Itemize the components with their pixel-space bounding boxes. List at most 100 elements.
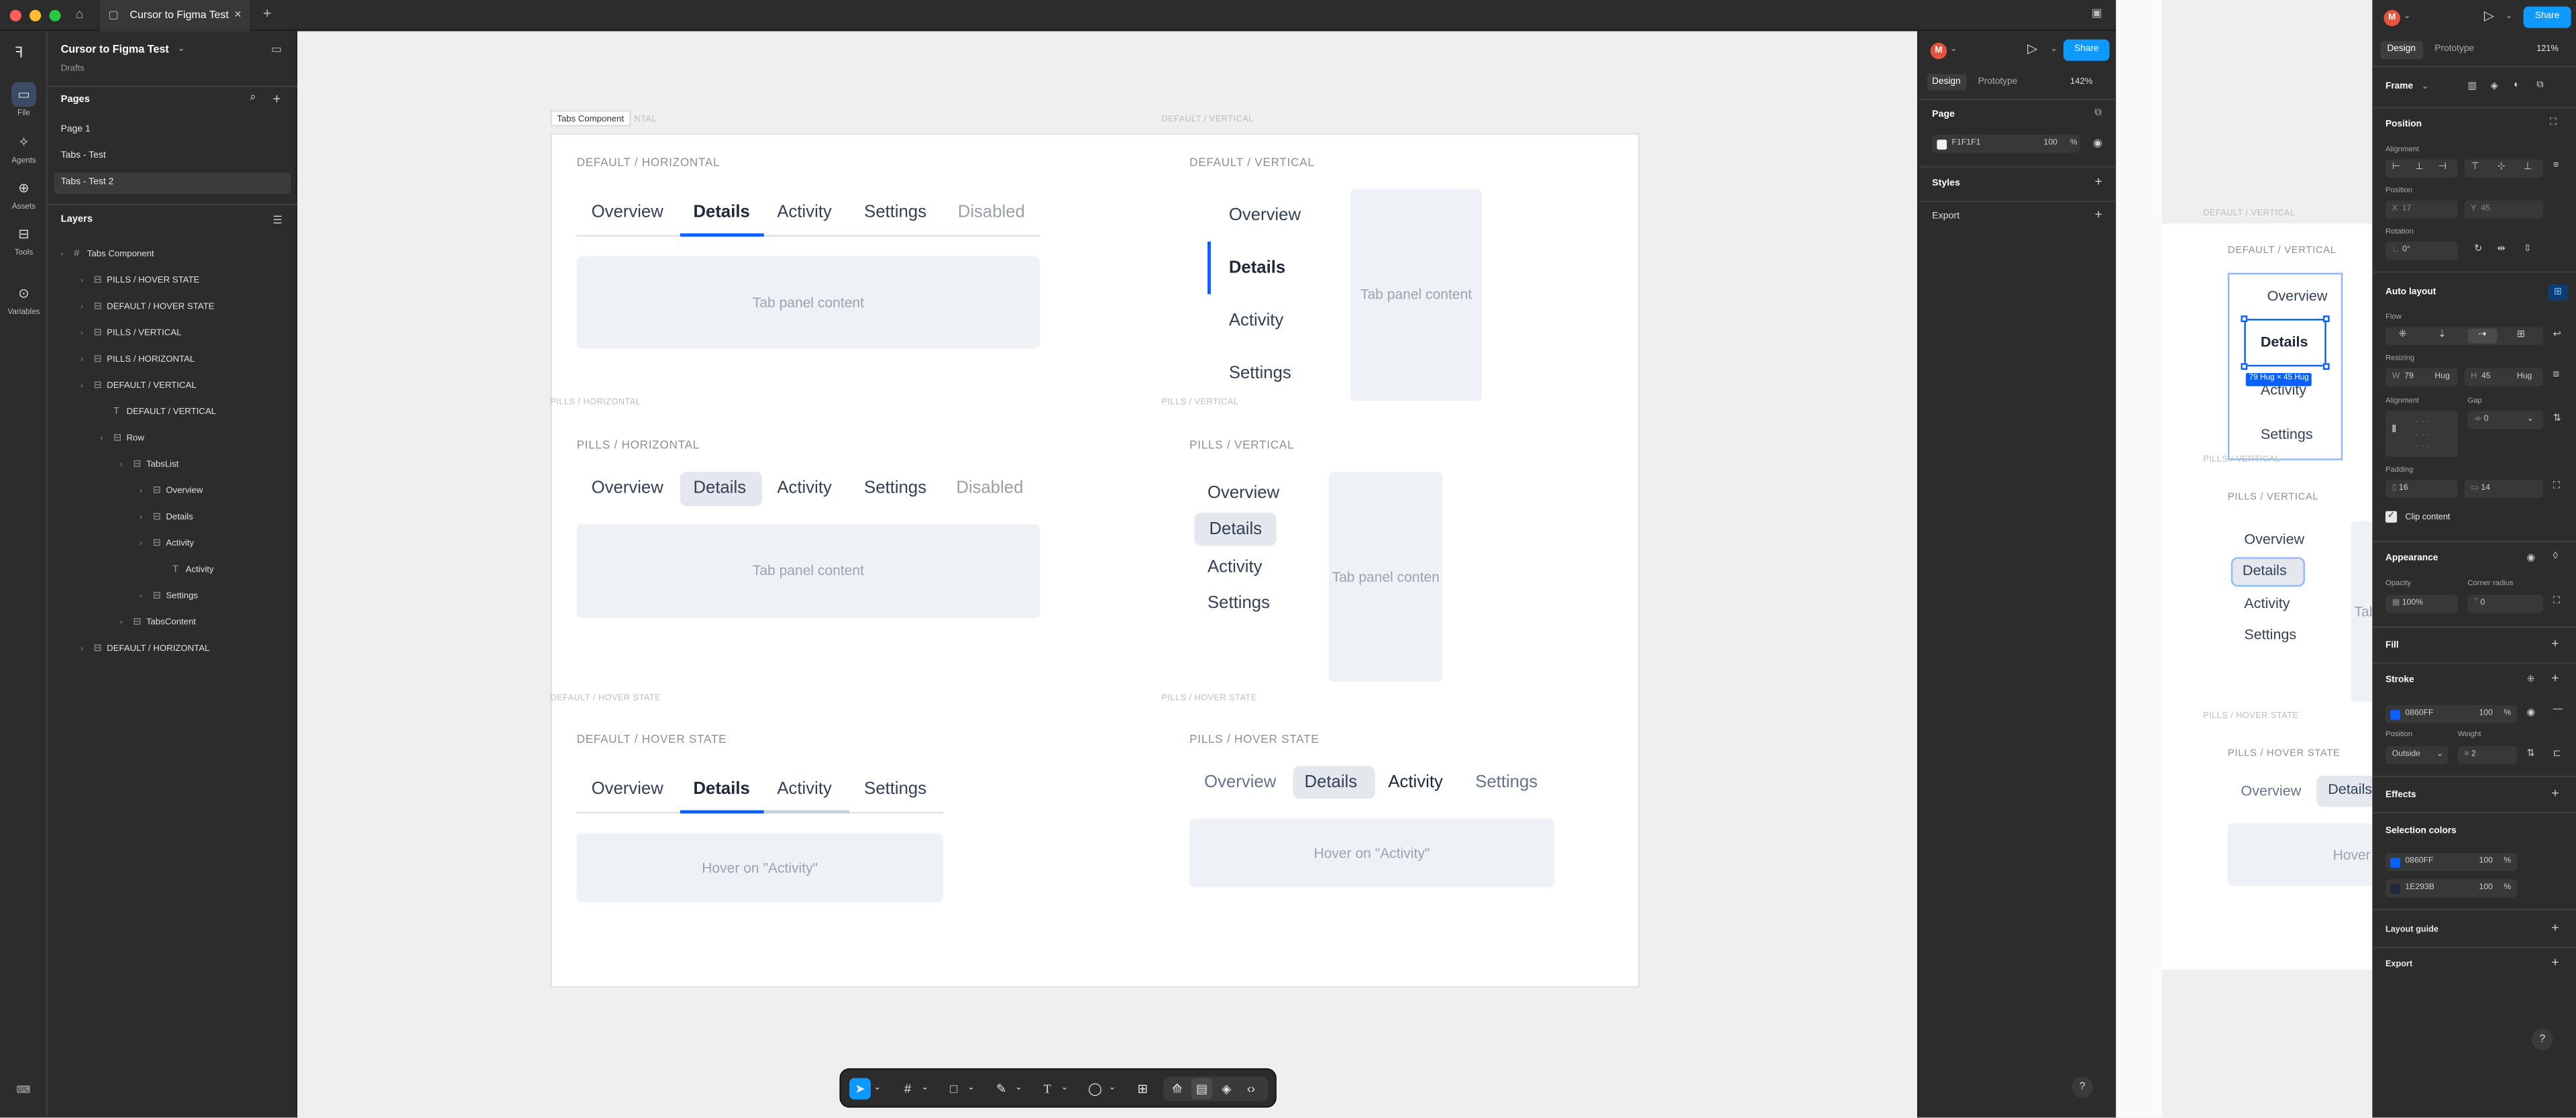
color-swatch[interactable] <box>1937 138 1947 149</box>
individual-corners-icon[interactable]: ⛶ <box>2553 597 2560 608</box>
y-field[interactable]: Y 45 <box>2464 200 2544 219</box>
flow-horizontal-icon[interactable]: ⇢ <box>2467 328 2498 344</box>
chevron-right-icon[interactable]: › <box>80 297 94 317</box>
layer-item[interactable]: T Activity <box>160 560 213 580</box>
figma-menu-icon[interactable]: ꟻ <box>15 44 23 62</box>
chevron-down-icon[interactable]: ⌄ <box>920 1078 930 1100</box>
layer-item[interactable]: › ⊟ DEFAULT / HORIZONTAL <box>80 640 210 659</box>
resize-handle[interactable] <box>2241 315 2248 323</box>
x-field[interactable]: X 17 <box>2385 200 2458 219</box>
boolean-icon[interactable]: ⧉ <box>2536 81 2544 92</box>
plus-icon[interactable]: + <box>263 5 272 21</box>
plus-icon[interactable]: + <box>2551 920 2559 935</box>
file-tab[interactable]: ▢ Cursor to Figma Test × <box>100 0 250 32</box>
tab-activity[interactable]: Activity <box>777 779 831 799</box>
canvas-zoomed[interactable]: DEFAULT / VERTICAL DEFAULT / VERTICAL Ov… <box>2161 0 2373 1118</box>
share-button[interactable]: Share <box>2523 6 2571 28</box>
tab-prototype[interactable]: Prototype <box>2434 44 2474 54</box>
close-icon[interactable]: × <box>234 7 241 21</box>
w-mode[interactable]: Hug <box>2434 368 2450 387</box>
layer-item[interactable]: › ⊟ Details <box>140 508 193 527</box>
tab-activity[interactable]: Activity <box>1388 772 1442 792</box>
chevron-right-icon[interactable]: › <box>80 271 94 291</box>
chevron-down-icon[interactable]: ⌄ <box>966 1078 976 1100</box>
plus-icon[interactable]: + <box>2551 955 2559 970</box>
tab-details[interactable]: Details <box>2261 334 2308 350</box>
plus-icon[interactable]: + <box>2551 636 2559 651</box>
frame-type-dropdown[interactable]: Frame <box>2385 82 2413 92</box>
home-icon[interactable]: ⌂ <box>76 7 84 21</box>
chevron-right-icon[interactable]: › <box>80 323 94 343</box>
align-bottom-icon[interactable]: ⊥ <box>2524 161 2532 172</box>
tab-details[interactable]: Details <box>693 779 749 799</box>
play-icon[interactable]: ▷ <box>2484 8 2494 23</box>
tab-details[interactable]: Details <box>693 478 746 498</box>
align-left-icon[interactable]: ⊢ <box>2392 161 2401 172</box>
selection-color-row[interactable]: 0860FF 100 % <box>2385 853 2517 871</box>
file-name[interactable]: Cursor to Figma Test <box>61 44 169 56</box>
layer-item[interactable]: › ⊟ TabsList <box>120 455 179 474</box>
auto-layout-toggle-icon[interactable]: ⊞ <box>2548 284 2568 301</box>
tab-activity[interactable]: Activity <box>777 202 831 221</box>
chevron-right-icon[interactable]: › <box>140 482 153 501</box>
minimize-window-button[interactable] <box>30 9 42 21</box>
rail-tools[interactable]: ⊟ Tools <box>0 222 48 258</box>
flow-freeform-icon[interactable]: ⁜ <box>2399 329 2407 340</box>
tab-overview[interactable]: Overview <box>2241 782 2301 799</box>
chevron-down-icon[interactable]: ⌄ <box>2404 11 2410 21</box>
zoom-level[interactable]: 121% <box>2536 44 2559 54</box>
add-page-icon[interactable]: + <box>273 91 281 107</box>
actions-icon[interactable]: ⊞ <box>1132 1078 1153 1100</box>
pen-tool-icon[interactable]: ✎ <box>991 1078 1012 1100</box>
padding-horizontal-field[interactable]: ▯ 16 <box>2385 480 2458 499</box>
chevron-down-icon[interactable]: ⌄ <box>2506 11 2512 21</box>
page-color-field[interactable]: F1F1F1 100 % <box>1932 134 2080 153</box>
tab-prototype[interactable]: Prototype <box>1978 77 2018 87</box>
chevron-right-icon[interactable]: › <box>140 534 153 554</box>
layer-item[interactable]: › ⊟ DEFAULT / VERTICAL <box>80 376 197 396</box>
resize-handle[interactable] <box>2241 363 2248 370</box>
tab-settings[interactable]: Settings <box>1475 772 1538 792</box>
tab-overview[interactable]: Overview <box>2267 288 2328 304</box>
move-tool-icon[interactable]: ➤ <box>849 1078 871 1100</box>
comment-tool-icon[interactable]: ◯ <box>1084 1078 1106 1100</box>
help-button[interactable]: ? <box>2072 1076 2094 1098</box>
code-icon[interactable]: ‹› <box>1240 1078 1262 1100</box>
tab-activity[interactable]: Activity <box>2244 595 2290 611</box>
chevron-down-icon[interactable]: ⌄ <box>1060 1078 1070 1100</box>
rail-variables[interactable]: ⊙ Variables <box>0 281 48 317</box>
stroke-opacity[interactable]: 100 <box>2479 705 2493 723</box>
flow-vertical-icon[interactable]: ⇣ <box>2438 329 2446 340</box>
color-swatch[interactable] <box>2390 883 2400 894</box>
page-item[interactable]: Tabs - Test <box>48 146 297 168</box>
layer-item[interactable]: › ⊟ Row <box>100 429 144 448</box>
flip-horizontal-icon[interactable]: ⇹ <box>2497 243 2505 255</box>
chevron-right-icon[interactable]: › <box>80 376 94 396</box>
draw-mode-icon[interactable]: ⟰ <box>1167 1078 1188 1100</box>
height-field[interactable]: H 45 Hug <box>2464 368 2544 387</box>
chevron-down-icon[interactable]: ⌄ <box>2050 44 2057 54</box>
selection-color-opacity[interactable]: 100 <box>2479 853 2493 871</box>
plus-icon[interactable]: + <box>2551 670 2559 685</box>
maximize-window-button[interactable] <box>49 9 61 21</box>
styles-grid-icon[interactable]: ⁜ <box>2527 674 2535 686</box>
tab-settings[interactable]: Settings <box>1208 593 1270 613</box>
tab-settings[interactable]: Settings <box>2261 425 2313 442</box>
avatar[interactable]: M <box>1930 42 1947 60</box>
tab-activity[interactable]: Activity <box>777 478 831 498</box>
layer-item[interactable]: › # Tabs Component <box>61 245 154 264</box>
selection-color-row[interactable]: 1E293B 100 % <box>2385 879 2517 898</box>
eye-icon[interactable]: ◉ <box>2527 707 2536 719</box>
align-top-icon[interactable]: ⊤ <box>2471 161 2479 172</box>
stroke-weight-field[interactable]: ≡ 2 <box>2457 746 2517 764</box>
page-item[interactable]: Page 1 <box>48 120 297 142</box>
padding-vertical-field[interactable]: ▭ 14 <box>2464 480 2544 499</box>
chevron-down-icon[interactable]: ⌄ <box>872 1078 882 1100</box>
chevron-right-icon[interactable]: › <box>140 587 153 606</box>
search-icon[interactable]: ⌕ <box>250 92 256 105</box>
wrap-icon[interactable]: ↩ <box>2553 329 2561 340</box>
selection-color-opacity[interactable]: 100 <box>2479 879 2493 897</box>
frame-name-tag[interactable]: Tabs Component <box>550 110 631 127</box>
chevron-down-icon[interactable]: ⌄ <box>2422 82 2428 92</box>
chevron-right-icon[interactable]: › <box>100 429 113 448</box>
